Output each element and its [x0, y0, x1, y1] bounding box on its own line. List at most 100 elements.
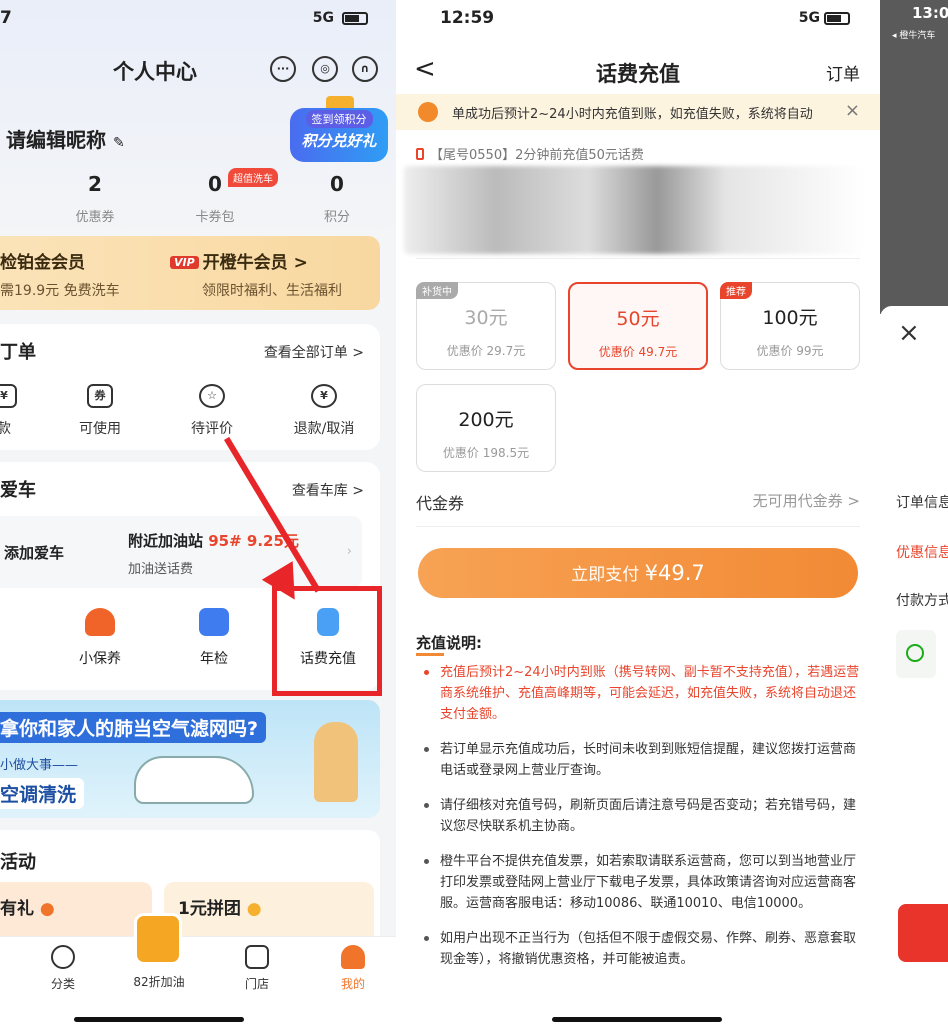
vip-right-title-text: 开橙牛会员 > [202, 253, 308, 273]
notice-text: 单成功后预计2~24小时内充值到账，如充值失败，系统将自动 [452, 107, 813, 122]
confirm-pay-button[interactable] [898, 904, 948, 962]
speaker-icon [418, 102, 438, 122]
stat-points[interactable]: 0 积分 [292, 172, 382, 225]
car-title: 爱车 [0, 480, 36, 501]
annotation-highlight-box [272, 586, 382, 696]
activity-label: 有礼 [0, 899, 34, 919]
amount-option-50[interactable]: 50元 优惠价 49.7元 [568, 282, 708, 370]
vip-card[interactable]: 检铂金会员 需19.9元 免费洗车 VIP 开橙牛会员 > 领限时福利、生活福利 [0, 236, 380, 310]
rule-item: 如用户出现不正当行为（包括但不限于虚假交易、作弊、刷券、恶意套取现金等），将撤销… [416, 928, 864, 970]
wechat-pay-option[interactable] [896, 630, 936, 678]
message-icon[interactable]: ··· [270, 56, 296, 82]
rule-item: 请仔细核对充值号码，刷新页面后请注意号码是否变动；若充错号码，建议您尽快联系机主… [416, 795, 864, 837]
gas-promo: 加油送话费 [128, 562, 194, 577]
nickname[interactable]: 请编辑昵称 ✎ [6, 124, 125, 153]
option-amount: 200元 [458, 409, 514, 431]
status-time: 12:59 [440, 8, 495, 28]
payment-method-row: 付款方式 [896, 593, 948, 609]
order-item-label: 待评价 [191, 421, 233, 437]
pay-now-button[interactable]: 立即支付 ¥49.7 [418, 548, 858, 598]
tab-mine[interactable]: 我的 [318, 945, 388, 992]
tab-label: 82折加油 [133, 975, 185, 989]
phone-icon [416, 148, 424, 160]
order-item-pending-pay[interactable]: ¥ 款 [0, 384, 44, 438]
order-item-review[interactable]: ☆ 待评价 [172, 384, 252, 438]
vip-logo-icon: VIP [170, 256, 199, 269]
close-icon[interactable]: × [898, 318, 920, 348]
view-garage-link[interactable]: 查看车库 > [292, 480, 364, 500]
arrow-circle-icon: ● [246, 899, 262, 919]
edit-icon[interactable]: ✎ [113, 135, 125, 151]
notice-bar: 单成功后预计2~24小时内充值到账，如充值失败，系统将自动 × [396, 94, 880, 130]
divider [416, 258, 860, 259]
notice-close-icon[interactable]: × [845, 100, 860, 121]
nearby-gas-label: 附近加油站 [128, 532, 204, 550]
coupon-label: 代金券 [416, 494, 465, 513]
stat-coupons[interactable]: 2 优惠券 [50, 172, 140, 225]
option-tag: 推荐 [720, 282, 752, 299]
option-tag: 补货中 [416, 282, 458, 299]
back-to-app-link[interactable]: ◂ 橙牛汽车 [892, 28, 935, 41]
screen-payment-sheet: 13:0 ◂ 橙牛汽车 × 订单信息 优惠信息 付款方式 [880, 0, 948, 1030]
wechat-pay-icon [906, 644, 924, 662]
tab-store[interactable]: 门店 [222, 945, 292, 992]
fuel-icon[interactable] [134, 913, 182, 965]
stat-label: 卡券包 [195, 210, 235, 225]
stat-num: 2 [88, 172, 102, 196]
status-time: 13:0 [912, 4, 948, 22]
promo-banner[interactable]: 拿你和家人的肺当空气滤网吗? 小做大事—— 空调清洗 [0, 700, 380, 818]
tab-label: 门店 [244, 977, 269, 991]
coupon-row[interactable]: 代金券 无可用代金券 > [416, 490, 860, 514]
nearby-gas-station[interactable]: 附近加油站 95# 9.25元 [128, 530, 299, 551]
home-indicator [552, 1017, 722, 1022]
vip-right-title[interactable]: VIP 开橙牛会员 > [170, 248, 308, 273]
service-inspection[interactable]: 年检 [174, 608, 254, 668]
phone-number-field-blurred[interactable] [404, 166, 864, 254]
banner-sub: 小做大事—— [0, 758, 79, 773]
recent-recharge-text: 【尾号0550】2分钟前充值50元话费 [430, 148, 644, 163]
settings-icon[interactable]: ◎ [312, 56, 338, 82]
service-label: 小保养 [79, 651, 121, 667]
customer-service-icon[interactable]: ∩ [352, 56, 378, 82]
points-redeem-badge[interactable]: 签到领积分 积分兑好礼 [290, 108, 388, 162]
discount-info-row: 优惠信息 [896, 545, 948, 561]
page-title: 话费充值 [596, 62, 680, 86]
divider [416, 526, 860, 527]
arrow-circle-icon: ● [39, 899, 55, 919]
person-illustration [314, 722, 358, 802]
vip-right-sub: 领限时福利、生活福利 [202, 283, 342, 299]
status-bar: 7 5G [0, 0, 396, 40]
order-info-row: 订单信息 [896, 495, 948, 511]
banner-headline: 拿你和家人的肺当空气滤网吗? [0, 712, 267, 743]
car-illustration [134, 756, 254, 804]
view-all-orders-link[interactable]: 查看全部订单 > [264, 342, 364, 362]
option-amount: 100元 [762, 307, 818, 329]
car-wash-tag: 超值洗车 [228, 168, 278, 187]
recent-recharge: 【尾号0550】2分钟前充值50元话费 [416, 144, 644, 163]
vip-left-title: 检铂金会员 [0, 253, 85, 273]
orders-link[interactable]: 订单 [826, 60, 860, 85]
tab-label: 分类 [50, 977, 75, 991]
rules-list: 充值后预计2~24小时内到账（携号转网、副卡暂不支持充值），若遇运营商系统维护、… [416, 662, 864, 984]
battery-icon [342, 12, 368, 25]
service-label: 年检 [200, 651, 228, 667]
order-item-usable[interactable]: 券可使用 [60, 384, 140, 438]
service-maintenance[interactable]: 小保养 [60, 608, 140, 668]
rules-title: 充值说明: [416, 634, 482, 656]
amount-option-30[interactable]: 补货中 30元 优惠价 29.7元 [416, 282, 556, 370]
dimmed-overlay[interactable] [880, 0, 948, 314]
option-discount: 优惠价 198.5元 [442, 446, 530, 460]
amount-option-100[interactable]: 推荐 100元 优惠价 99元 [720, 282, 860, 370]
points-badge-main: 积分兑好礼 [301, 132, 377, 150]
tab-category[interactable]: 分类 [28, 945, 98, 992]
tab-fuel-discount[interactable]: 82折加油 [124, 973, 194, 990]
grid-icon [51, 945, 75, 969]
add-car-button[interactable]: 添加爱车 [4, 542, 64, 563]
option-discount: 优惠价 99元 [756, 344, 824, 358]
order-item-refund[interactable]: ¥ 退款/取消 [284, 384, 364, 438]
page-title: 个人中心 [113, 60, 197, 84]
amount-option-200[interactable]: 200元 优惠价 198.5元 [416, 384, 556, 472]
user-icon [341, 945, 365, 969]
orders-title: 丁单 [0, 342, 36, 363]
status-time: 7 [0, 8, 12, 28]
